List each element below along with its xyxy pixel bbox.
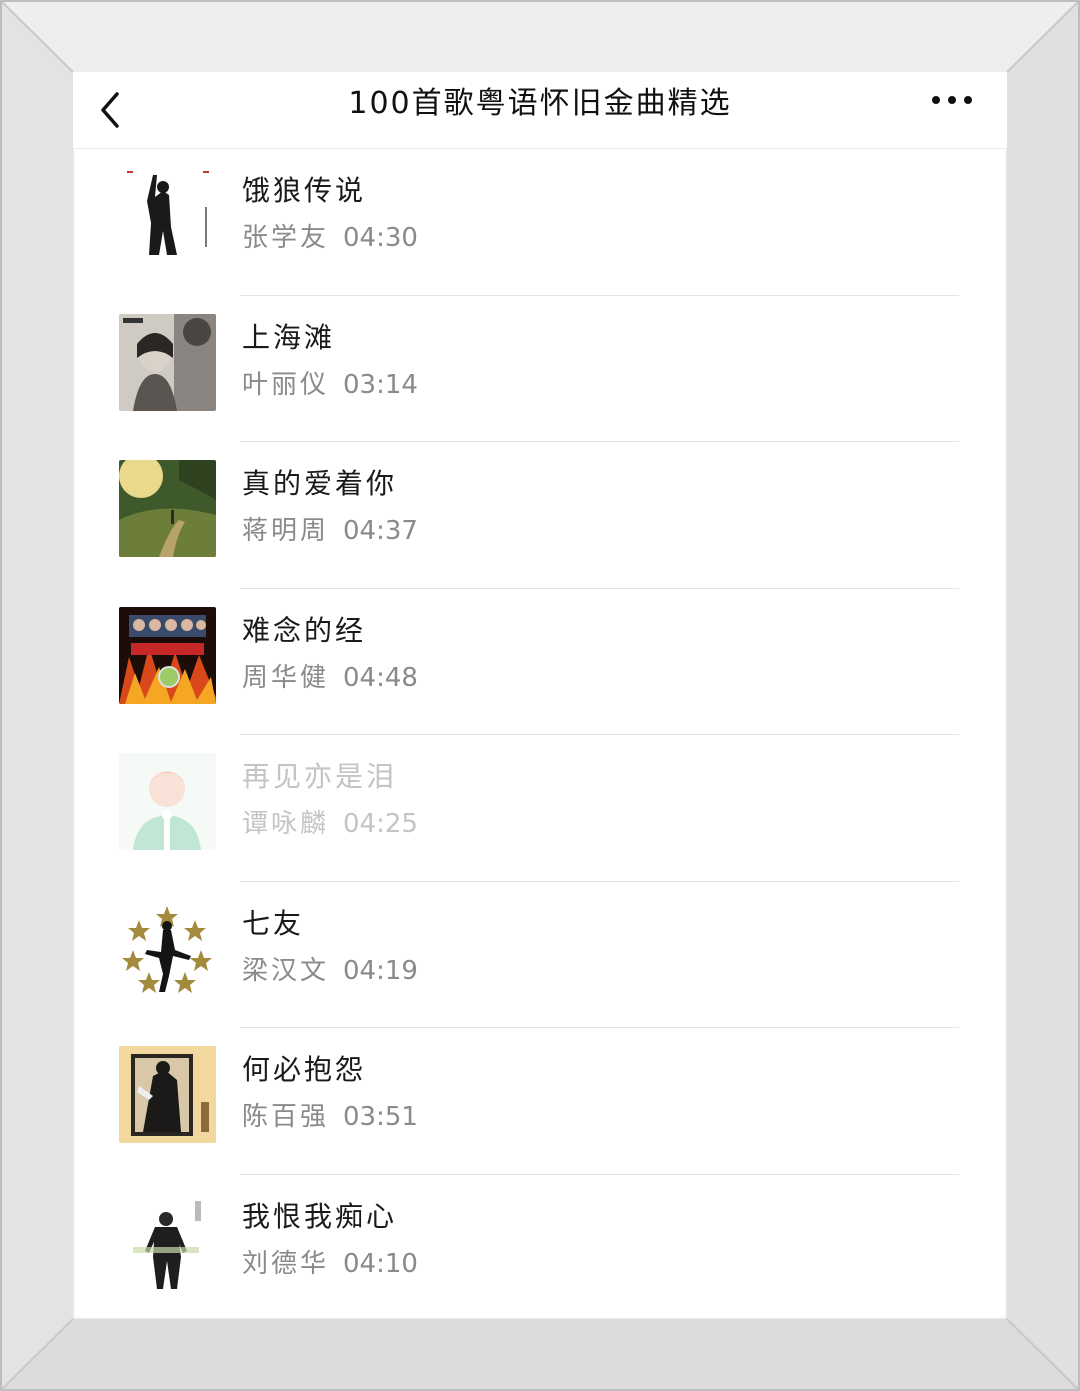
- song-meta: 周华健 04:48: [242, 657, 418, 694]
- artist-name: 张学友: [242, 223, 330, 253]
- artist-name: 梁汉文: [242, 955, 330, 986]
- artist-name: 叶丽仪: [242, 369, 330, 400]
- album-cover: [119, 460, 216, 557]
- phone-screen: 100首歌粤语怀旧金曲精选 饿狼传说 张学友 04:30 上海滩 叶丽仪 03:…: [73, 72, 1007, 1319]
- album-cover: [119, 1046, 216, 1143]
- song-row[interactable]: 七友 梁汉文 04:19: [73, 882, 1007, 1028]
- song-title: 我恨我痴心: [242, 1199, 398, 1233]
- song-title: 七友: [242, 906, 305, 940]
- song-title: 难念的经: [242, 613, 367, 647]
- song-row[interactable]: 饿狼传说 张学友 04:30: [73, 149, 1007, 296]
- song-title: 饿狼传说: [242, 174, 367, 207]
- chevron-left-icon: [101, 92, 119, 128]
- song-duration: 03:51: [343, 1102, 418, 1132]
- album-cover: [119, 899, 216, 997]
- album-cover: [119, 167, 216, 264]
- song-row[interactable]: 何必抱怨 陈百强 03:51: [73, 1028, 1007, 1175]
- back-button[interactable]: [91, 82, 131, 138]
- song-duration: 04:10: [343, 1248, 418, 1279]
- more-button[interactable]: [927, 86, 977, 126]
- song-meta: 梁汉文 04:19: [242, 950, 418, 987]
- album-cover: [119, 313, 216, 411]
- song-title: 何必抱怨: [242, 1053, 367, 1086]
- artist-name: 陈百强: [242, 1102, 330, 1132]
- song-title: 再见亦是泪: [242, 760, 398, 793]
- song-duration: 04:37: [343, 516, 418, 546]
- song-duration: 04:48: [343, 662, 418, 693]
- more-horizontal-icon: [932, 96, 972, 104]
- song-row-unavailable[interactable]: 再见亦是泪 谭咏麟 04:25: [73, 735, 1007, 882]
- page-title: 100首歌粤语怀旧金曲精选: [348, 86, 732, 121]
- song-duration: 04:19: [343, 955, 418, 986]
- song-duration: 03:14: [343, 369, 418, 400]
- artist-name: 蒋明周: [242, 516, 330, 546]
- song-meta: 叶丽仪 03:14: [242, 364, 418, 401]
- album-cover: [119, 606, 216, 704]
- song-title: 上海滩: [242, 320, 336, 354]
- artist-name: 刘德华: [242, 1248, 330, 1279]
- song-meta: 谭咏麟 04:25: [242, 803, 418, 840]
- song-meta: 蒋明周 04:37: [242, 510, 418, 547]
- song-row[interactable]: 难念的经 周华健 04:48: [73, 589, 1007, 735]
- song-meta: 陈百强 03:51: [242, 1096, 418, 1133]
- song-row[interactable]: 上海滩 叶丽仪 03:14: [73, 296, 1007, 442]
- navigation-bar: 100首歌粤语怀旧金曲精选: [73, 72, 1007, 149]
- artist-name: 谭咏麟: [242, 809, 330, 839]
- song-list: 饿狼传说 张学友 04:30 上海滩 叶丽仪 03:14 真的爱着你 蒋明周 0…: [73, 149, 1007, 1319]
- artist-name: 周华健: [242, 662, 330, 693]
- album-cover: [119, 1192, 216, 1290]
- song-duration: 04:25: [343, 809, 418, 839]
- song-title: 真的爱着你: [242, 467, 398, 500]
- song-meta: 张学友 04:30: [242, 217, 418, 254]
- song-meta: 刘德华 04:10: [242, 1243, 418, 1280]
- default-artist-avatar-icon: [119, 753, 216, 850]
- song-duration: 04:30: [343, 223, 418, 253]
- song-row[interactable]: 真的爱着你 蒋明周 04:37: [73, 442, 1007, 589]
- song-row[interactable]: 我恨我痴心 刘德华 04:10: [73, 1175, 1007, 1320]
